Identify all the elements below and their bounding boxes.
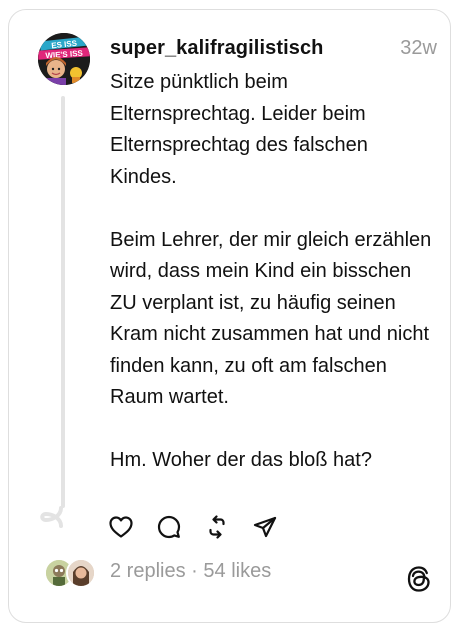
post-paragraph: Sitze pünktlich beim Elternsprechtag. Le… [110, 71, 368, 188]
thread-curl [40, 506, 63, 528]
comment-icon [157, 515, 181, 539]
timestamp: 32w [400, 37, 437, 59]
likes-count[interactable]: 54 likes [203, 560, 271, 582]
avatar-image: ES ISS WIE'S ISS [38, 33, 90, 85]
heart-icon [109, 516, 133, 538]
replies-count[interactable]: 2 replies [110, 560, 186, 582]
post-text: Sitze pünktlich beim Elternsprechtag. Le… [110, 67, 435, 477]
thread-line [61, 96, 65, 508]
repost-icon [209, 515, 225, 539]
like-button[interactable] [108, 514, 134, 540]
avatar[interactable]: ES ISS WIE'S ISS [38, 33, 90, 85]
action-bar [108, 514, 278, 540]
reply-button[interactable] [156, 514, 182, 540]
username[interactable]: super_kalifragilistisch [110, 37, 324, 60]
reply-avatar [66, 558, 96, 588]
post-paragraph: Beim Lehrer, der mir gleich erzählen wir… [110, 228, 432, 409]
repost-button[interactable] [204, 514, 230, 540]
reply-avatars[interactable] [44, 558, 104, 588]
send-icon [253, 516, 277, 538]
post-paragraph: Hm. Woher der das bloß hat? [110, 449, 372, 471]
share-button[interactable] [252, 514, 278, 540]
post-stats: 2 replies · 54 likes [110, 560, 271, 583]
threads-logo-icon[interactable] [407, 566, 431, 592]
stats-separator: · [185, 560, 204, 582]
